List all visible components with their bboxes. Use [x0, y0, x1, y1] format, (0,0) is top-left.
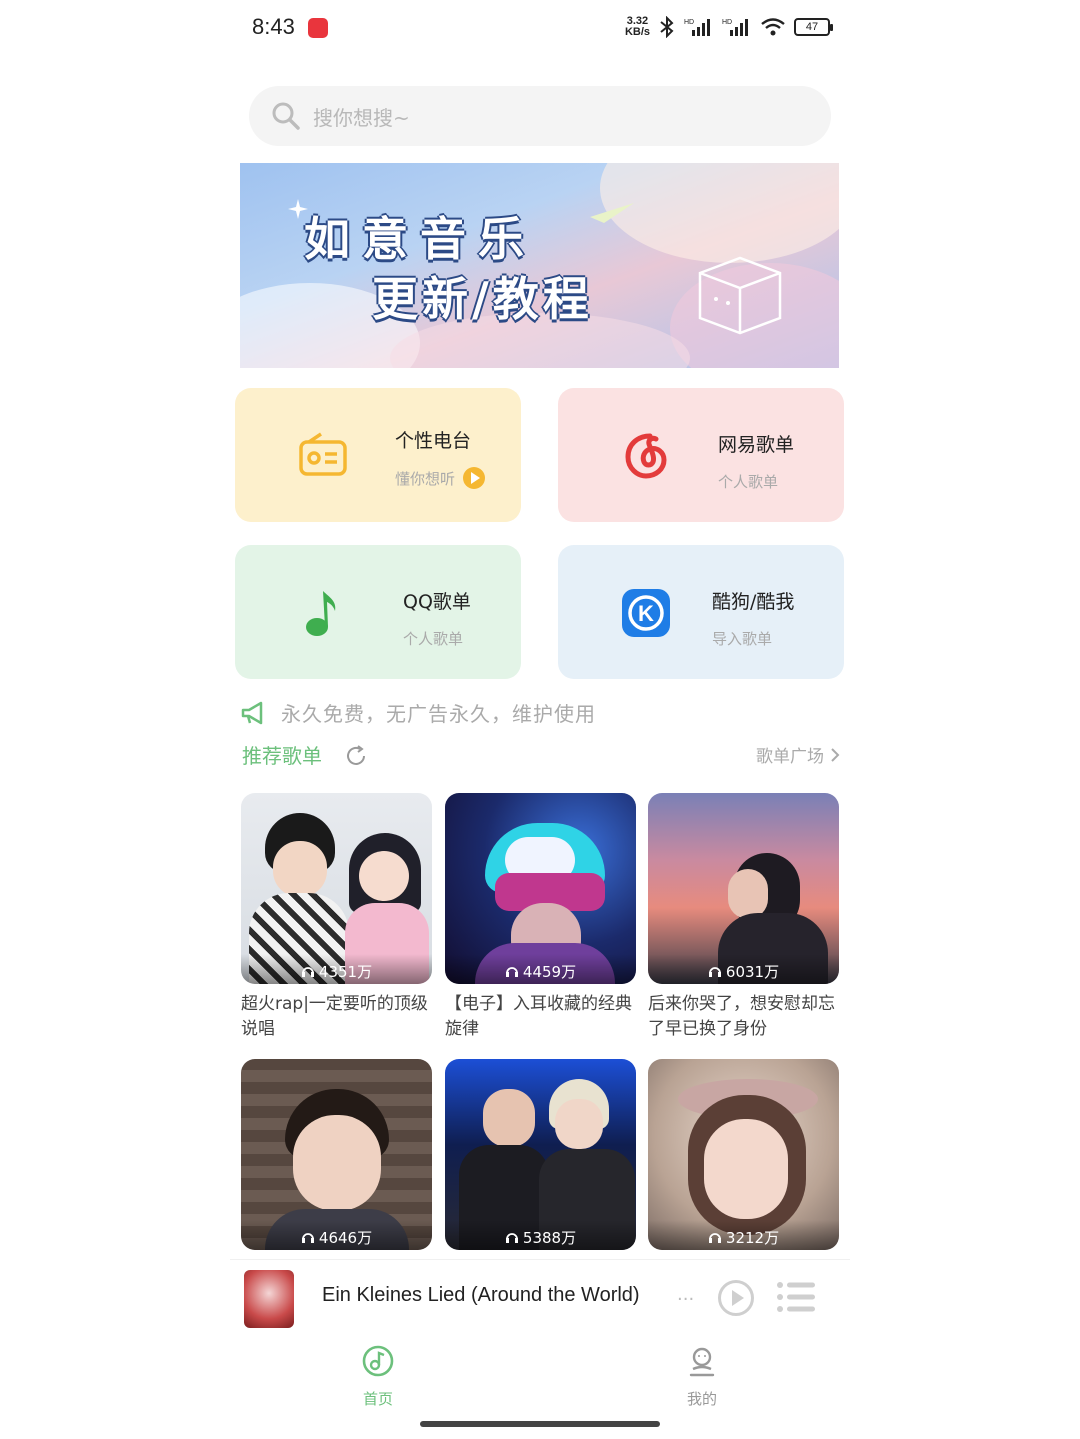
card-title: 个性电台	[395, 430, 472, 452]
tab-label: 首页	[362, 1390, 393, 1408]
netease-music-icon	[625, 433, 667, 479]
play-count: 3212万	[648, 1220, 839, 1250]
tab-home[interactable]: 首页	[338, 1344, 418, 1409]
kugou-icon: K	[622, 589, 670, 637]
play-icon	[463, 467, 486, 489]
status-bar: 8:43 3.32 KB/s HD HD 47	[0, 0, 1080, 56]
paper-plane-icon	[590, 203, 634, 223]
headphones-icon	[708, 967, 721, 977]
svg-text:HD: HD	[722, 19, 732, 26]
playlist-plaza-link[interactable]: 歌单广场	[756, 742, 840, 767]
status-icons: 3.32 KB/s HD HD 47	[624, 15, 833, 38]
playlist-cover: 3212万	[648, 1059, 839, 1250]
play-button[interactable]	[718, 1280, 754, 1316]
playlist-title: 后来你哭了，想安慰却忘了早已换了身份	[648, 994, 835, 1039]
card-subtitle: 个人歌单	[718, 473, 779, 491]
radio-icon	[299, 432, 347, 476]
shortcut-radio[interactable]: 个性电台 懂你想听	[235, 388, 521, 522]
card-subtitle: 个人歌单	[403, 630, 464, 648]
home-indicator[interactable]	[420, 1421, 660, 1427]
playlist-title: 超火rap|一定要听的顶级说唱	[241, 994, 428, 1039]
refresh-icon[interactable]	[344, 744, 368, 768]
playlist-cover: 5388万	[445, 1059, 636, 1250]
playlist-card[interactable]: 5388万	[445, 1059, 636, 1250]
playlist-card[interactable]: 4646万	[241, 1059, 432, 1250]
svg-text:HD: HD	[684, 19, 694, 26]
card-subtitle: 懂你想听	[395, 469, 456, 488]
qq-music-note-icon	[306, 591, 336, 636]
plaza-label: 歌单广场	[756, 747, 824, 767]
playlist-cover: 4646万	[241, 1059, 432, 1250]
search-bar[interactable]: 搜你想搜~	[249, 86, 831, 146]
mini-player[interactable]: Ein Kleines Lied (Around the World) ...	[230, 1259, 850, 1337]
bluetooth-icon	[660, 16, 674, 38]
signal-icon-2: HD	[722, 19, 748, 36]
card-title: QQ歌单	[403, 591, 471, 613]
now-playing-title: Ein Kleines Lied (Around the World)	[322, 1284, 640, 1306]
playlist-title: 【电子】入耳收藏的经典旋律	[445, 994, 632, 1039]
signal-icon: HD	[684, 19, 710, 36]
now-playing-cover	[244, 1270, 294, 1328]
recommend-header: 推荐歌单 歌单广场	[242, 740, 840, 770]
music-disc-icon	[362, 1345, 394, 1377]
megaphone-icon	[241, 701, 263, 724]
playlist-card[interactable]: 4459万 【电子】入耳收藏的经典旋律	[445, 793, 636, 1042]
shortcut-qq[interactable]: QQ歌单 个人歌单	[235, 545, 521, 679]
playlist-card[interactable]: 6031万 后来你哭了，想安慰却忘了早已换了身份	[648, 793, 839, 1042]
shortcut-kugou[interactable]: K 酷狗/酷我 导入歌单	[558, 545, 844, 679]
tab-mine[interactable]: 我的	[662, 1344, 742, 1409]
playlist-cover: 6031万	[648, 793, 839, 984]
card-title: 网易歌单	[718, 434, 795, 456]
card-title: 酷狗/酷我	[712, 591, 795, 613]
playlist-cover: 4351万	[241, 793, 432, 984]
shortcut-netease[interactable]: 网易歌单 个人歌单	[558, 388, 844, 522]
banner[interactable]: 如意音乐 更新/教程	[240, 163, 839, 368]
title-ellipsis: ...	[677, 1284, 695, 1305]
search-input[interactable]: 搜你想搜~	[313, 102, 410, 131]
battery-icon: 47	[794, 18, 833, 36]
section-title: 推荐歌单	[242, 744, 322, 768]
headphones-icon	[301, 967, 314, 977]
play-count: 5388万	[445, 1220, 636, 1250]
headphones-icon	[505, 1233, 518, 1243]
tab-label: 我的	[686, 1390, 717, 1408]
headphones-icon	[301, 1233, 314, 1243]
card-subtitle: 导入歌单	[712, 630, 773, 648]
notice-bar: 永久免费，无广告永久，维护使用	[241, 698, 596, 727]
headphones-icon	[505, 967, 518, 977]
svg-text:K: K	[638, 601, 654, 626]
search-icon	[272, 102, 300, 130]
network-speed: 3.32 KB/s	[624, 15, 650, 38]
playlist-card[interactable]: 4351万 超火rap|一定要听的顶级说唱	[241, 793, 432, 1042]
chevron-right-icon	[831, 747, 840, 762]
cube-mascot-icon	[698, 256, 782, 335]
user-icon	[689, 1347, 715, 1377]
banner-subtitle: 更新/教程	[372, 272, 593, 326]
notice-text: 永久免费，无广告永久，维护使用	[281, 702, 596, 726]
playlist-card[interactable]: 3212万	[648, 1059, 839, 1250]
play-count: 6031万	[648, 954, 839, 984]
play-count: 4459万	[445, 954, 636, 984]
wifi-icon	[761, 18, 785, 36]
status-time: 8:43	[252, 14, 295, 39]
playlist-queue-icon[interactable]	[776, 1280, 816, 1314]
screen-record-icon	[308, 18, 328, 38]
play-count: 4646万	[241, 1220, 432, 1250]
play-count: 4351万	[241, 954, 432, 984]
headphones-icon	[708, 1233, 721, 1243]
banner-title: 如意音乐	[304, 212, 536, 266]
playlist-cover: 4459万	[445, 793, 636, 984]
